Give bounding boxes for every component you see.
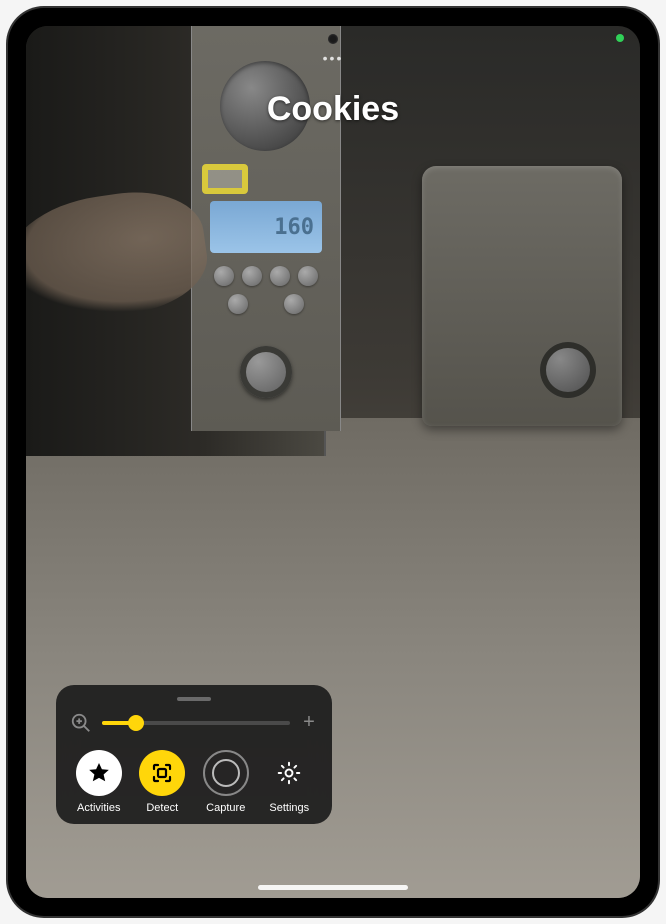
capture-label: Capture	[206, 802, 245, 814]
star-icon	[76, 750, 122, 796]
magnifier-controls-panel[interactable]: + Activities	[56, 685, 332, 824]
detection-highlight-box	[202, 164, 248, 194]
oven-lcd: 160	[210, 201, 322, 253]
settings-button[interactable]: Settings	[261, 750, 319, 814]
zoom-in-icon[interactable]: +	[300, 711, 318, 734]
oven-button	[298, 266, 318, 286]
mode-buttons-row: Activities Detect	[70, 750, 318, 814]
ipad-frame: 160 •••	[8, 8, 658, 916]
activities-button[interactable]: Activities	[70, 750, 128, 814]
zoom-slider-row: +	[70, 711, 318, 734]
capture-icon	[203, 750, 249, 796]
capture-button[interactable]: Capture	[197, 750, 255, 814]
oven-button	[228, 294, 248, 314]
detect-button[interactable]: Detect	[134, 750, 192, 814]
home-indicator[interactable]	[258, 885, 408, 890]
zoom-slider[interactable]	[102, 721, 290, 725]
toaster-knob	[540, 342, 596, 398]
panel-grabber[interactable]	[177, 697, 211, 701]
toaster	[422, 166, 622, 426]
gear-icon	[266, 750, 312, 796]
detection-title: Cookies	[26, 90, 640, 129]
countertop-surface	[26, 418, 640, 898]
camera-in-use-indicator	[616, 34, 624, 42]
zoom-slider-thumb[interactable]	[128, 715, 144, 731]
oven-start-button	[240, 346, 292, 398]
oven-button	[214, 266, 234, 286]
screen: 160 •••	[26, 26, 640, 898]
zoom-out-icon[interactable]	[70, 712, 92, 734]
oven-control-panel: 160	[191, 26, 341, 431]
oven-button	[284, 294, 304, 314]
detect-label: Detect	[146, 802, 178, 814]
oven-button	[270, 266, 290, 286]
more-indicator-icon[interactable]: •••	[323, 50, 344, 66]
settings-label: Settings	[269, 802, 309, 814]
front-camera-dot	[328, 34, 338, 44]
detect-icon	[139, 750, 185, 796]
oven-button	[242, 266, 262, 286]
activities-label: Activities	[77, 802, 120, 814]
